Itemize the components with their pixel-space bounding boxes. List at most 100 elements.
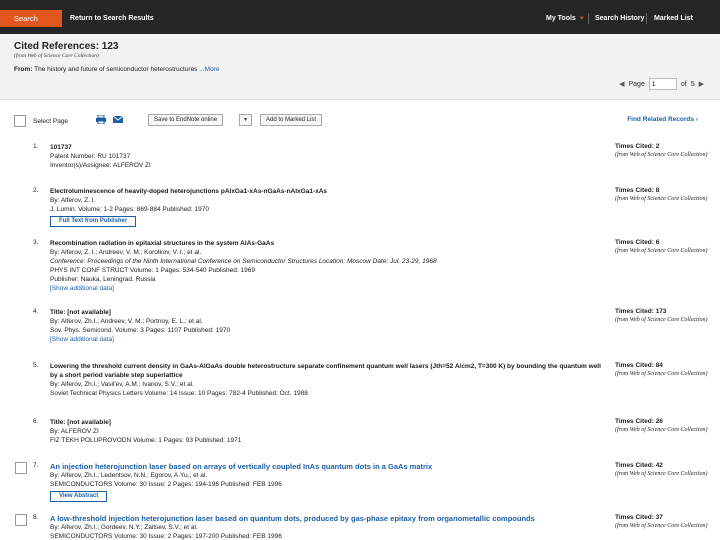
marked-list-link[interactable]: Marked List — [654, 10, 693, 27]
record-line: Conference: Proceedings of the Ninth Int… — [50, 258, 437, 265]
find-related-records-link[interactable]: Find Related Records › — [627, 116, 698, 123]
times-cited-note: (from Web of Science Core Collection) — [615, 317, 708, 323]
of-label: of — [680, 80, 687, 88]
record-line: SEMICONDUCTORS Volume: 30 Issue: 2 Pages… — [50, 533, 282, 540]
times-cited-count[interactable]: Times Cited: 37 — [615, 514, 663, 521]
record-line: By: Alferov, Zh.I.; Vasil'ev, A.M.; Ivan… — [50, 381, 194, 388]
divider — [646, 13, 647, 24]
record-line: Inventor(s)/Assignee: ALFEROV ZI — [50, 162, 151, 169]
find-related-label: Find Related Records — [627, 116, 695, 123]
record-number: 3. — [33, 239, 39, 246]
add-to-marked-list-button[interactable]: Add to Marked List — [260, 114, 323, 126]
pagination: ◀ Page of 5 ▶ — [619, 78, 704, 90]
times-cited: Times Cited: 2 (from Web of Science Core… — [615, 143, 715, 159]
times-cited-note: (from Web of Science Core Collection) — [615, 196, 708, 202]
record-number: 7. — [33, 462, 39, 469]
view-abstract-button[interactable]: View Abstract — [50, 491, 108, 502]
times-cited-note: (from Web of Science Core Collection) — [615, 371, 708, 377]
times-cited-count[interactable]: Times Cited: 2 — [615, 143, 659, 150]
record-line: By: ALFEROV ZI — [50, 428, 99, 435]
record-body: Lowering the threshold current density i… — [50, 362, 605, 398]
times-cited-count[interactable]: Times Cited: 84 — [615, 362, 663, 369]
top-navigation-bar: Search Return to Search Results My Tools… — [0, 0, 720, 34]
search-tab[interactable]: Search — [0, 10, 62, 27]
record-line: Patent Number: RU 101737 — [50, 153, 131, 160]
record-line: By: Alferov, Zh.I.; Andreev, V. M.; Port… — [50, 318, 203, 325]
record-line: Sov. Phys. Semicond. Volume: 3 Pages: 11… — [50, 327, 231, 334]
times-cited-count[interactable]: Times Cited: 26 — [615, 418, 663, 425]
results-header: Cited References: 123 (from Web of Scien… — [0, 34, 720, 100]
record-line: PHYS INT CONF STRUCT Volume: 1 Pages: 53… — [50, 267, 255, 274]
times-cited-note: (from Web of Science Core Collection) — [615, 427, 708, 433]
chevron-down-icon: ▾ — [243, 117, 247, 123]
times-cited: Times Cited: 37 (from Web of Science Cor… — [615, 514, 715, 530]
record-number: 6. — [33, 418, 39, 425]
record-checkbox[interactable] — [15, 462, 27, 474]
record-line: Publisher: Nauka, Leningrad, Russia — [50, 276, 156, 283]
record-number: 1. — [33, 143, 39, 150]
record-title[interactable]: An injection heterojunction laser based … — [50, 462, 605, 471]
source-article: From: The history and future of semicond… — [14, 66, 219, 73]
record-title[interactable]: Lowering the threshold current density i… — [50, 362, 605, 380]
select-page-label: Select Page — [33, 118, 69, 125]
times-cited-count[interactable]: Times Cited: 173 — [615, 308, 667, 315]
page-label: Page — [628, 80, 645, 88]
times-cited-note: (from Web of Science Core Collection) — [615, 248, 708, 254]
times-cited-note: (from Web of Science Core Collection) — [615, 152, 708, 158]
save-to-endnote-button[interactable]: Save to EndNote online — [148, 114, 224, 126]
record-line: SEMICONDUCTORS Volume: 30 Issue: 2 Pages… — [50, 481, 282, 488]
divider — [588, 13, 589, 24]
record-title[interactable]: Recombination radiation in epitaxial str… — [50, 239, 605, 248]
record-line: By: Alferov, Zh.I.; Ledentsov, N.N.; Ego… — [50, 472, 208, 479]
full-text-button[interactable]: Full Text from Publisher — [50, 216, 137, 227]
times-cited-count[interactable]: Times Cited: 42 — [615, 462, 663, 469]
select-page-checkbox[interactable] — [14, 115, 26, 127]
email-icon[interactable] — [113, 115, 123, 124]
save-options-dropdown[interactable]: ▾ — [239, 114, 252, 126]
record-title[interactable]: Electroluminescence of heavily-doped het… — [50, 187, 605, 196]
record-title[interactable]: A low-threshold injection heterojunction… — [50, 514, 605, 523]
record-title[interactable]: 101737 — [50, 143, 605, 152]
page-subtitle: (from Web of Science Core Collection) — [14, 53, 99, 59]
record-title[interactable]: Title: [not available] — [50, 418, 605, 427]
show-additional-data-link[interactable]: [Show additional data] — [50, 284, 605, 293]
record-number: 4. — [33, 308, 39, 315]
search-history-link[interactable]: Search History — [595, 10, 644, 27]
times-cited: Times Cited: 8 (from Web of Science Core… — [615, 187, 715, 203]
times-cited-count[interactable]: Times Cited: 8 — [615, 187, 659, 194]
show-additional-data-link[interactable]: [Show additional data] — [50, 335, 605, 344]
next-page-icon[interactable]: ▶ — [699, 80, 704, 88]
results-toolbar: Select Page Save to EndNote online ▾ Add… — [0, 112, 720, 132]
previous-page-icon[interactable]: ◀ — [619, 80, 624, 88]
record-line: By: Alferov, Z. I. — [50, 197, 96, 204]
record-number: 2. — [33, 187, 39, 194]
from-label: From: — [14, 66, 33, 73]
record-number: 8. — [33, 514, 39, 521]
record-body: Recombination radiation in epitaxial str… — [50, 239, 605, 293]
return-to-results-link[interactable]: Return to Search Results — [70, 10, 154, 27]
record-number: 5. — [33, 362, 39, 369]
times-cited: Times Cited: 6 (from Web of Science Core… — [615, 239, 715, 255]
times-cited-note: (from Web of Science Core Collection) — [615, 523, 708, 529]
record-body: 101737 Patent Number: RU 101737 Inventor… — [50, 143, 605, 170]
my-tools-menu[interactable]: My Tools ▼ — [546, 10, 585, 27]
print-icon[interactable] — [96, 115, 106, 124]
record-line: By: Alferov, Z. I.; Andreev, V. M.; Koro… — [50, 249, 202, 256]
record-checkbox[interactable] — [15, 514, 27, 526]
more-link[interactable]: ...More — [199, 66, 219, 73]
record-line: Soviet Technical Physics Letters Volume:… — [50, 390, 308, 397]
chevron-down-icon: ▼ — [578, 16, 585, 22]
record-body: An injection heterojunction laser based … — [50, 462, 605, 502]
record-line: J. Lumin. Volume: 1-2 Pages: 869-884 Pub… — [50, 206, 209, 213]
record-title[interactable]: Title: [not available] — [50, 308, 605, 317]
source-title: The history and future of semiconductor … — [34, 66, 198, 73]
times-cited-count[interactable]: Times Cited: 6 — [615, 239, 659, 246]
times-cited: Times Cited: 42 (from Web of Science Cor… — [615, 462, 715, 478]
record-body: Title: [not available] By: ALFEROV ZI FI… — [50, 418, 605, 445]
times-cited: Times Cited: 173 (from Web of Science Co… — [615, 308, 715, 324]
times-cited: Times Cited: 84 (from Web of Science Cor… — [615, 362, 715, 378]
record-line: By: Alferov, Zh.I.; Gordeev, N.Y.; Zaits… — [50, 524, 198, 531]
record-body: A low-threshold injection heterojunction… — [50, 514, 605, 540]
page-number-input[interactable] — [648, 78, 677, 90]
record-line: FIZ TEKH POLUPROVODN Volume: 1 Pages: 93… — [50, 437, 242, 444]
